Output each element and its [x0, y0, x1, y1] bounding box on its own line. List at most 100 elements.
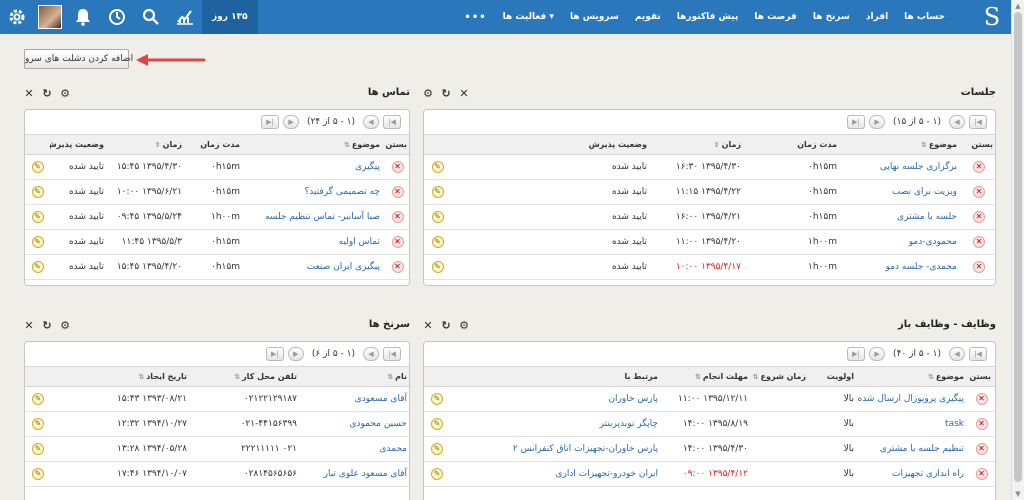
search-icon[interactable]	[134, 0, 168, 34]
lead-name-link[interactable]: حسین محمودی	[301, 411, 409, 437]
delete-x-icon[interactable]: ✕	[391, 261, 404, 273]
edit-pencil-icon[interactable]: ✎	[31, 161, 44, 173]
delete-x-icon[interactable]: ✕	[975, 393, 988, 405]
call-subject-link[interactable]: تماس اولیه	[244, 229, 384, 255]
delete-x-icon[interactable]: ✕	[973, 211, 985, 223]
calls-refresh-icon[interactable]: ↻	[42, 88, 52, 100]
edit-pencil-icon[interactable]: ✎	[31, 236, 44, 248]
delete-x-icon[interactable]: ✕	[391, 236, 404, 248]
tasks-refresh-icon[interactable]: ↻	[441, 320, 451, 332]
edit-pencil-icon[interactable]: ✎	[431, 418, 443, 430]
lead-name-link[interactable]: آقای مسعود علوی تبار	[301, 461, 409, 487]
edit-pencil-icon[interactable]: ✎	[31, 211, 44, 223]
settings-gear-icon[interactable]	[0, 0, 34, 34]
sort-icon[interactable]: ⇅	[921, 141, 927, 149]
col-created[interactable]: تاریخ ایجاد⇅	[51, 366, 191, 387]
meetings-settings-icon[interactable]: ⚙	[423, 88, 433, 100]
meetings-first-page-icon[interactable]: |◀	[969, 115, 987, 129]
leads-next-page-icon[interactable]: ▶	[287, 347, 304, 361]
edit-pencil-icon[interactable]: ✎	[431, 186, 444, 198]
edit-pencil-icon[interactable]: ✎	[32, 393, 44, 405]
call-subject-link[interactable]: پیگیری ایران صنعت	[244, 254, 384, 280]
add-dashlets-button[interactable]: اضافه کردن دشلت های سرو	[24, 49, 133, 69]
edit-pencil-icon[interactable]: ✎	[431, 468, 443, 480]
sort-icon[interactable]: ⇅	[234, 373, 240, 381]
col-subject[interactable]: موضوع⇅	[858, 366, 968, 387]
lead-name-link[interactable]: محمدی	[301, 436, 409, 462]
call-subject-link[interactable]: چه تصمیمی گرفتید؟	[244, 179, 384, 205]
tasks-first-page-icon[interactable]: |◀	[969, 347, 987, 361]
sort-icon[interactable]: ⇅	[387, 373, 393, 381]
scrollbar-thumb[interactable]	[1014, 12, 1022, 482]
col-subject[interactable]: موضوع⇅	[841, 134, 961, 155]
edit-pencil-icon[interactable]: ✎	[431, 211, 444, 223]
call-subject-link[interactable]: پیگیری	[244, 154, 384, 180]
sort-icon[interactable]: ⇕	[155, 141, 161, 149]
reports-chart-icon[interactable]	[168, 0, 202, 34]
leads-settings-icon[interactable]: ⚙	[60, 320, 70, 332]
user-avatar[interactable]	[34, 0, 66, 34]
task-subject-link[interactable]: task	[858, 411, 968, 437]
meeting-subject-link[interactable]: محمودی-دمو	[841, 229, 961, 255]
meetings-refresh-icon[interactable]: ↻	[441, 88, 451, 100]
menu-accounts[interactable]: حساب ها	[904, 12, 945, 22]
calls-last-page-icon[interactable]: ▶|	[261, 115, 280, 129]
edit-pencil-icon[interactable]: ✎	[431, 161, 444, 173]
menu-quotes[interactable]: پیش فاکتورها	[677, 12, 739, 22]
sort-icon[interactable]: ⇅	[344, 141, 350, 149]
edit-pencil-icon[interactable]: ✎	[431, 393, 443, 405]
scroll-down-icon[interactable]: ▼	[1014, 490, 1022, 498]
task-related-link[interactable]: ایران خودرو-تجهیزات اداری	[450, 461, 662, 487]
meetings-prev-page-icon[interactable]: ◀	[949, 115, 965, 129]
menu-leads[interactable]: سرنخ ها	[813, 12, 850, 22]
sort-icon[interactable]: ⇅	[695, 373, 701, 381]
notifications-bell-icon[interactable]	[66, 0, 100, 34]
col-phone[interactable]: تلفن محل کار⇅	[191, 366, 301, 387]
task-subject-link[interactable]: راه اندازی تجهیزات	[858, 461, 968, 487]
sort-icon[interactable]: ⇅	[138, 373, 144, 381]
col-due[interactable]: مهلت انجام⇅	[662, 366, 752, 387]
tasks-prev-page-icon[interactable]: ◀	[949, 347, 965, 361]
delete-x-icon[interactable]: ✕	[391, 211, 404, 223]
edit-pencil-icon[interactable]: ✎	[31, 186, 44, 198]
delete-x-icon[interactable]: ✕	[975, 418, 988, 430]
edit-pencil-icon[interactable]: ✎	[31, 261, 44, 273]
delete-x-icon[interactable]: ✕	[975, 468, 988, 480]
delete-x-icon[interactable]: ✕	[391, 161, 404, 173]
meeting-subject-link[interactable]: محمدی- جلسه دمو	[841, 254, 961, 280]
col-time[interactable]: زمان⇕	[651, 134, 745, 155]
leads-close-icon[interactable]: ✕	[24, 320, 34, 332]
edit-pencil-icon[interactable]: ✎	[32, 468, 44, 480]
lead-name-link[interactable]: آقای مسعودی	[301, 386, 409, 412]
brand-logo[interactable]: S	[981, 4, 1003, 30]
delete-x-icon[interactable]: ✕	[975, 443, 988, 455]
menu-services[interactable]: سرویس ها	[570, 12, 619, 22]
sort-icon[interactable]: ⇕	[714, 141, 720, 149]
tasks-next-page-icon[interactable]: ▶	[869, 347, 886, 361]
leads-refresh-icon[interactable]: ↻	[42, 320, 52, 332]
page-scrollbar[interactable]: ▲ ▼	[1011, 0, 1024, 500]
history-clock-icon[interactable]	[100, 0, 134, 34]
tasks-settings-icon[interactable]: ⚙	[459, 320, 469, 332]
menu-calendar[interactable]: تقویم	[635, 12, 661, 22]
leads-first-page-icon[interactable]: |◀	[383, 347, 401, 361]
meeting-subject-link[interactable]: جلسه با مشتری	[841, 204, 961, 230]
meeting-subject-link[interactable]: ویزیت برای نصب	[841, 179, 961, 205]
delete-x-icon[interactable]: ✕	[391, 186, 404, 198]
task-subject-link[interactable]: تنظیم جلسه با مشتری	[858, 436, 968, 462]
delete-x-icon[interactable]: ✕	[973, 161, 985, 173]
menu-contacts[interactable]: افراد	[866, 12, 888, 22]
delete-x-icon[interactable]: ✕	[973, 186, 985, 198]
menu-opportunities[interactable]: فرصت ها	[754, 12, 796, 22]
calls-first-page-icon[interactable]: |◀	[383, 115, 401, 129]
sort-icon[interactable]: ⇅	[753, 373, 759, 381]
edit-pencil-icon[interactable]: ✎	[431, 236, 444, 248]
calls-close-icon[interactable]: ✕	[24, 88, 34, 100]
edit-pencil-icon[interactable]: ✎	[32, 443, 44, 455]
col-start[interactable]: زمان شروع⇅	[752, 366, 810, 387]
leads-prev-page-icon[interactable]: ◀	[363, 347, 379, 361]
task-subject-link[interactable]: پیگیری پروپوزال ارسال شده	[858, 386, 968, 412]
scroll-up-icon[interactable]: ▲	[1014, 2, 1022, 10]
calls-settings-icon[interactable]: ⚙	[60, 88, 70, 100]
task-related-link[interactable]: چاپگر نویدپرینتر	[450, 411, 662, 437]
